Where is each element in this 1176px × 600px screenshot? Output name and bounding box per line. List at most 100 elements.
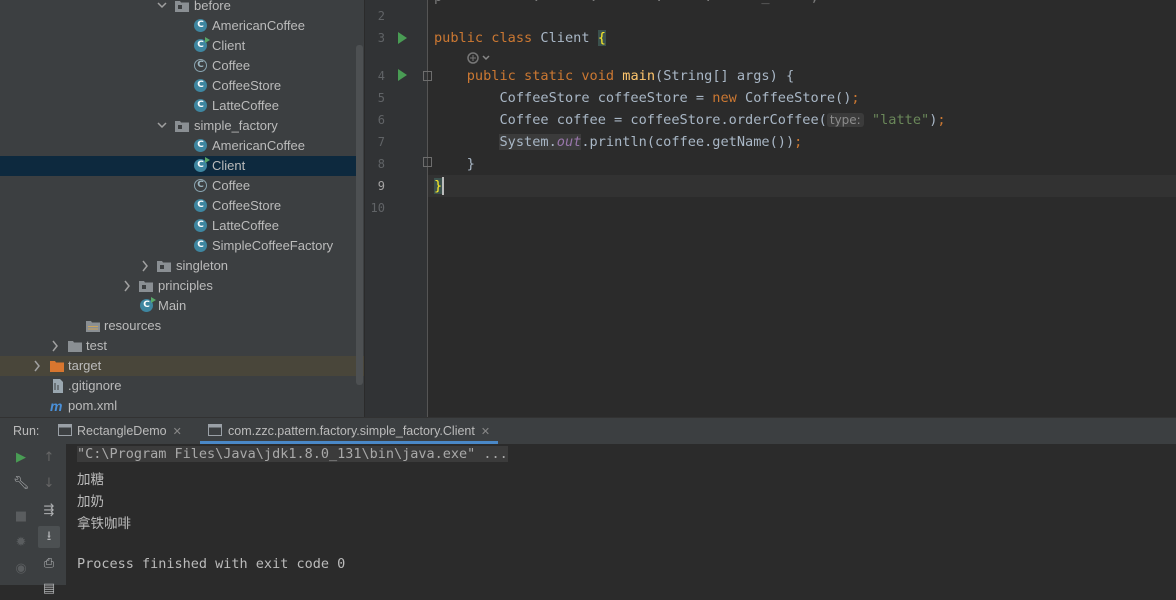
maven-icon: m <box>50 398 63 414</box>
console-command-line[interactable]: "C:\Program Files\Java\jdk1.8.0_131\bin\… <box>77 446 508 462</box>
package-icon <box>139 281 153 292</box>
soft-wrap-icon[interactable]: ⇶ <box>38 500 60 522</box>
tree-label: CoffeeStore <box>212 78 282 93</box>
chevron-right-icon[interactable] <box>121 276 133 296</box>
tree-label: LatteCoffee <box>212 98 279 113</box>
wrench-icon[interactable]: 🔧︎ <box>10 473 32 495</box>
tree-class-lattecoffee[interactable]: C LatteCoffee <box>0 216 356 236</box>
chevron-right-icon[interactable] <box>139 256 151 276</box>
tree-class-coffee[interactable]: C Coffee <box>0 176 356 196</box>
code-vision-author-icon[interactable] <box>466 50 494 66</box>
tree-package-simple-factory[interactable]: simple_factory <box>0 116 356 136</box>
line-number: 10 <box>370 201 385 215</box>
tree-package-singleton[interactable]: singleton <box>0 256 356 276</box>
tree-class-coffeestore[interactable]: C CoffeeStore <box>0 196 356 216</box>
class-icon: C <box>194 219 207 232</box>
abstract-class-icon: C <box>194 179 207 192</box>
code-line-9: } <box>434 178 443 194</box>
class-icon: C <box>194 139 207 152</box>
line-number: 7 <box>377 135 385 149</box>
code-editor[interactable]: 2 3 4 5 6 7 8 9 10 p . . . . _ ; public … <box>365 0 1176 417</box>
tree-class-coffeestore[interactable]: C CoffeeStore <box>0 76 356 96</box>
console-output-line: 加糖 <box>77 472 104 488</box>
tab-rectangle-demo[interactable]: RectangleDemo ✕ <box>58 418 188 444</box>
line-number: 3 <box>377 31 385 45</box>
tree-class-lattecoffee[interactable]: C LatteCoffee <box>0 96 356 116</box>
console-icon <box>208 424 222 436</box>
abstract-class-icon: C <box>194 59 207 72</box>
run-tab-bar: Run: RectangleDemo ✕ com.zzc.pattern.fact… <box>0 417 1176 444</box>
tree-class-americancoffee[interactable]: C AmericanCoffee <box>0 16 356 36</box>
class-icon: C <box>194 99 207 112</box>
tab-simple-factory-client[interactable]: com.zzc.pattern.factory.simple_factory.C… <box>200 418 499 444</box>
run-main-gutter-icon[interactable] <box>398 69 407 81</box>
runnable-class-icon: C <box>194 37 210 52</box>
code-line-3: public class Client { <box>434 30 606 46</box>
console-icon <box>58 424 72 436</box>
tree-label: Client <box>212 158 246 173</box>
runnable-class-icon: C <box>194 157 210 172</box>
project-scrollbar[interactable] <box>356 45 363 385</box>
tree-label: pom.xml <box>68 398 118 413</box>
tree-class-americancoffee[interactable]: C AmericanCoffee <box>0 136 356 156</box>
tree-class-coffee[interactable]: C Coffee <box>0 56 356 76</box>
tree-label: CoffeeStore <box>212 198 282 213</box>
tree-label: AmericanCoffee <box>212 138 305 153</box>
text-caret <box>442 177 444 195</box>
tree-folder-test[interactable]: test <box>0 336 356 356</box>
tree-class-main[interactable]: C Main <box>0 296 356 316</box>
tree-file-gitignore[interactable]: .gitignore <box>0 376 356 396</box>
console-output-line: 拿铁咖啡 <box>77 516 131 532</box>
arrow-up-icon[interactable]: ↑ <box>38 447 60 469</box>
resources-folder-icon <box>86 321 100 332</box>
console-output-line: 加奶 <box>77 494 104 510</box>
tree-folder-target[interactable]: target <box>0 356 364 376</box>
stop-icon[interactable]: ■ <box>10 506 32 528</box>
tree-label: .gitignore <box>68 378 122 393</box>
tree-label: before <box>194 0 231 13</box>
run-class-gutter-icon[interactable] <box>398 32 407 44</box>
console-exit-line: Process finished with exit code 0 <box>77 556 346 572</box>
tab-label: RectangleDemo <box>77 424 167 438</box>
code-line-4: public static void main(String[] args) { <box>466 68 795 84</box>
tree-label: target <box>68 358 102 373</box>
gutter-divider <box>427 0 428 417</box>
line-number-current: 9 <box>377 179 385 193</box>
tree-file-pom[interactable]: m pom.xml <box>0 396 356 416</box>
class-icon: C <box>194 199 207 212</box>
run-label: Run: <box>13 424 40 438</box>
close-icon[interactable]: ✕ <box>481 426 490 438</box>
tree-label: resources <box>104 318 162 333</box>
tree-class-simplecoffeefactory[interactable]: C SimpleCoffeeFactory <box>0 236 356 256</box>
debugger-icon[interactable]: ✹ <box>10 532 32 554</box>
chevron-right-icon[interactable] <box>31 356 43 376</box>
run-toolbar: ▶ ↑ 🔧︎ ↓ ■ ⇶ ⭳ ✹ ⎙ ◉ ▤ <box>0 444 66 596</box>
tree-label: singleton <box>176 258 229 273</box>
close-icon[interactable]: ✕ <box>173 426 182 438</box>
tree-label: simple_factory <box>194 118 278 133</box>
fold-marker-icon[interactable] <box>423 157 432 167</box>
rerun-icon[interactable]: ▶ <box>10 447 32 469</box>
parameter-hint: type: <box>826 113 864 127</box>
tree-class-client-selected[interactable]: C Client <box>0 156 356 176</box>
print-icon[interactable]: ⎙ <box>38 553 60 575</box>
camera-icon[interactable]: ◉ <box>10 558 32 580</box>
chevron-right-icon[interactable] <box>49 336 61 356</box>
trash-icon[interactable]: ▤ <box>38 578 60 600</box>
tree-package-principles[interactable]: principles <box>0 276 356 296</box>
code-line-7: System.out.println(coffee.getName()); <box>499 134 803 150</box>
runnable-class-icon: C <box>140 297 156 312</box>
tree-package-before[interactable]: before <box>0 0 356 16</box>
fold-marker-icon[interactable] <box>423 71 432 81</box>
tree-label: principles <box>158 278 213 293</box>
arrow-down-icon[interactable]: ↓ <box>38 473 60 495</box>
tree-folder-resources[interactable]: resources <box>0 316 356 336</box>
scroll-to-end-icon[interactable]: ⭳ <box>38 526 60 548</box>
chevron-down-icon[interactable] <box>156 116 168 136</box>
line-number: 2 <box>377 9 385 23</box>
tree-label: SimpleCoffeeFactory <box>212 238 334 253</box>
tab-label: com.zzc.pattern.factory.simple_factory.C… <box>228 424 475 438</box>
tree-label: Client <box>212 38 246 53</box>
chevron-down-icon[interactable] <box>156 0 168 16</box>
tree-class-client[interactable]: C Client <box>0 36 356 56</box>
